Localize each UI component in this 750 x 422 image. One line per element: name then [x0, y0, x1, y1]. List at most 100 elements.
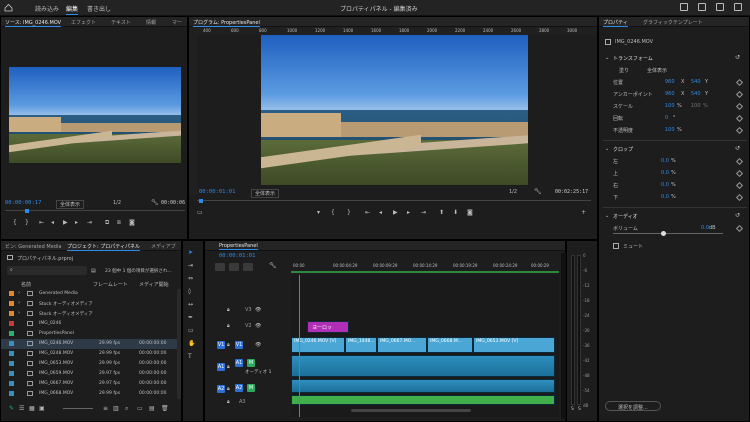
- home-icon[interactable]: [4, 3, 13, 12]
- play-icon[interactable]: ▶: [63, 219, 68, 226]
- step-forward-icon[interactable]: ▸: [75, 219, 78, 226]
- project-list-item[interactable]: IMG_0653.MOV 29.99 fps 00:00:00:00: [1, 359, 177, 369]
- step-back-icon[interactable]: ◂: [51, 219, 54, 226]
- play-icon[interactable]: ▶: [393, 209, 398, 216]
- mute-checkbox[interactable]: [613, 243, 619, 249]
- program-playhead[interactable]: [199, 199, 203, 203]
- prop-value-y[interactable]: 540: [691, 91, 701, 97]
- chevron-down-icon[interactable]: ⌄: [605, 146, 609, 152]
- workspace-edit[interactable]: 編集: [66, 4, 79, 15]
- pencil-icon[interactable]: ✎: [9, 405, 14, 412]
- project-list-item[interactable]: IMG_0667.MOV 29.97 fps 00:00:00:00: [1, 379, 177, 389]
- chevron-down-icon[interactable]: ⌄: [605, 213, 609, 219]
- new-bin-icon[interactable]: ▭: [137, 405, 143, 412]
- keyframe-icon[interactable]: [735, 102, 744, 111]
- tab-bin[interactable]: ビン: Generated Media: [5, 243, 61, 250]
- source-patch-v1[interactable]: V1: [217, 341, 225, 349]
- program-timecode[interactable]: 00:00:01:01: [199, 189, 235, 195]
- adjust-selection-button[interactable]: 選択を調整...: [605, 401, 661, 411]
- quick-export-icon[interactable]: [680, 3, 688, 11]
- prop-value[interactable]: 0.0: [661, 182, 669, 188]
- track-label[interactable]: V3: [245, 307, 252, 313]
- project-list-item[interactable]: PropertiesPanel: [1, 329, 177, 339]
- linked-selection-icon[interactable]: [229, 263, 239, 271]
- video-clip[interactable]: IMG_1448...: [345, 337, 377, 353]
- label-color-swatch[interactable]: [9, 361, 14, 366]
- overwrite-icon[interactable]: ⧈: [117, 219, 121, 227]
- source-patch-a2[interactable]: A2: [217, 385, 225, 393]
- prop-value-x[interactable]: 960: [665, 91, 675, 97]
- timeline-scrollbar[interactable]: [351, 409, 471, 412]
- insert-icon[interactable]: ⧉: [105, 219, 109, 227]
- lock-icon[interactable]: 🔒︎: [227, 307, 230, 313]
- project-list-item[interactable]: IMG_0246.MOV 29.99 fps 00:00:00:00: [1, 339, 177, 349]
- keyframe-icon[interactable]: [735, 78, 744, 87]
- program-quality-dropdown[interactable]: 1/2: [509, 189, 517, 195]
- pen-icon[interactable]: ✒: [188, 314, 193, 321]
- go-to-in-icon[interactable]: ⇤: [365, 209, 370, 216]
- new-item-icon[interactable]: ▤: [149, 405, 155, 412]
- add-button-icon[interactable]: +: [581, 209, 586, 216]
- lock-icon[interactable]: 🔒︎: [227, 386, 230, 392]
- prop-value-y[interactable]: 540: [691, 79, 701, 85]
- transform-title[interactable]: トランスフォーム: [613, 55, 653, 62]
- wrench-icon[interactable]: 🔧︎: [269, 262, 277, 269]
- video-clip[interactable]: IMG_0668.M...: [427, 337, 473, 353]
- lock-icon[interactable]: 🔒︎: [227, 323, 230, 329]
- tab-project[interactable]: プロジェクト: プロパティパネル: [67, 243, 140, 251]
- video-clip[interactable]: IMG_0667.MO...: [377, 337, 427, 353]
- tab-properties[interactable]: プロパティ: [603, 19, 628, 27]
- zoom-slider[interactable]: [63, 408, 93, 409]
- chevron-right-icon[interactable]: ›: [18, 310, 20, 316]
- col-name[interactable]: 名前: [21, 281, 31, 288]
- project-list-item[interactable]: IMG_0668.MOV 29.99 fps 00:00:00:00: [1, 389, 177, 399]
- fullscreen-icon[interactable]: [734, 3, 742, 11]
- tab-sequence[interactable]: PropertiesPanel: [219, 243, 258, 250]
- project-list-item[interactable]: › Stock オーディオメディア: [1, 309, 177, 319]
- keyframe-icon[interactable]: [735, 157, 744, 166]
- icon-view-icon[interactable]: ▦: [29, 405, 35, 412]
- keyframe-icon[interactable]: [735, 169, 744, 178]
- crop-title[interactable]: クロップ: [613, 146, 633, 153]
- audio-clip-a1[interactable]: [291, 355, 555, 377]
- keyframe-icon[interactable]: [735, 90, 744, 99]
- workspace-import[interactable]: 読み込み: [35, 4, 59, 13]
- mark-out-icon[interactable]: }: [25, 219, 29, 226]
- razor-icon[interactable]: ◊: [188, 288, 191, 295]
- keyframe-icon[interactable]: [735, 114, 744, 123]
- track-label[interactable]: V1: [235, 341, 243, 349]
- rectangle-icon[interactable]: ▭: [188, 327, 194, 334]
- track-label[interactable]: V2: [245, 323, 252, 329]
- volume-value[interactable]: 0.0: [701, 225, 709, 231]
- playhead-line[interactable]: [299, 275, 300, 417]
- hand-icon[interactable]: ✋: [188, 340, 195, 347]
- tab-source[interactable]: ソース: IMG_0246.MOV: [5, 19, 62, 27]
- wrench-icon[interactable]: 🔧︎: [534, 188, 542, 195]
- timeline-timecode[interactable]: 00:00:01:01: [219, 253, 255, 259]
- automate-icon[interactable]: ▥: [113, 405, 119, 412]
- volume-slider[interactable]: [613, 231, 723, 236]
- chevron-right-icon[interactable]: ›: [18, 300, 20, 306]
- title-clip[interactable]: ヨーロッ: [307, 321, 349, 333]
- keyframe-icon[interactable]: [735, 126, 744, 135]
- prop-value[interactable]: 0.0: [661, 158, 669, 164]
- mark-in-icon[interactable]: {: [331, 209, 335, 216]
- freeform-view-icon[interactable]: ▣: [39, 405, 45, 412]
- col-media-start[interactable]: メディア開始: [139, 281, 169, 288]
- tab-media-browser[interactable]: メディアブ: [151, 243, 176, 250]
- source-fit-dropdown[interactable]: 全体表示: [56, 200, 85, 209]
- fit-option[interactable]: 全体表示: [647, 67, 667, 74]
- program-timebar[interactable]: [197, 199, 591, 206]
- audio-clip-a2[interactable]: [291, 379, 555, 393]
- new-bin-icon[interactable]: ▤: [91, 268, 96, 274]
- prop-value-y[interactable]: 100: [691, 103, 701, 109]
- lock-icon[interactable]: 🔒︎: [227, 364, 230, 370]
- reset-icon[interactable]: ↺: [735, 54, 740, 61]
- timeline-tracks-area[interactable]: ヨーロッ IMG_0246.MOV [V] IMG_1448... IMG_06…: [291, 275, 559, 417]
- chevron-right-icon[interactable]: ›: [18, 290, 20, 296]
- label-color-swatch[interactable]: [9, 311, 14, 316]
- extract-icon[interactable]: ⬇: [453, 209, 458, 216]
- track-label[interactable]: A2: [235, 384, 243, 392]
- eye-icon[interactable]: 👁︎: [255, 323, 261, 329]
- reset-icon[interactable]: ↺: [735, 145, 740, 152]
